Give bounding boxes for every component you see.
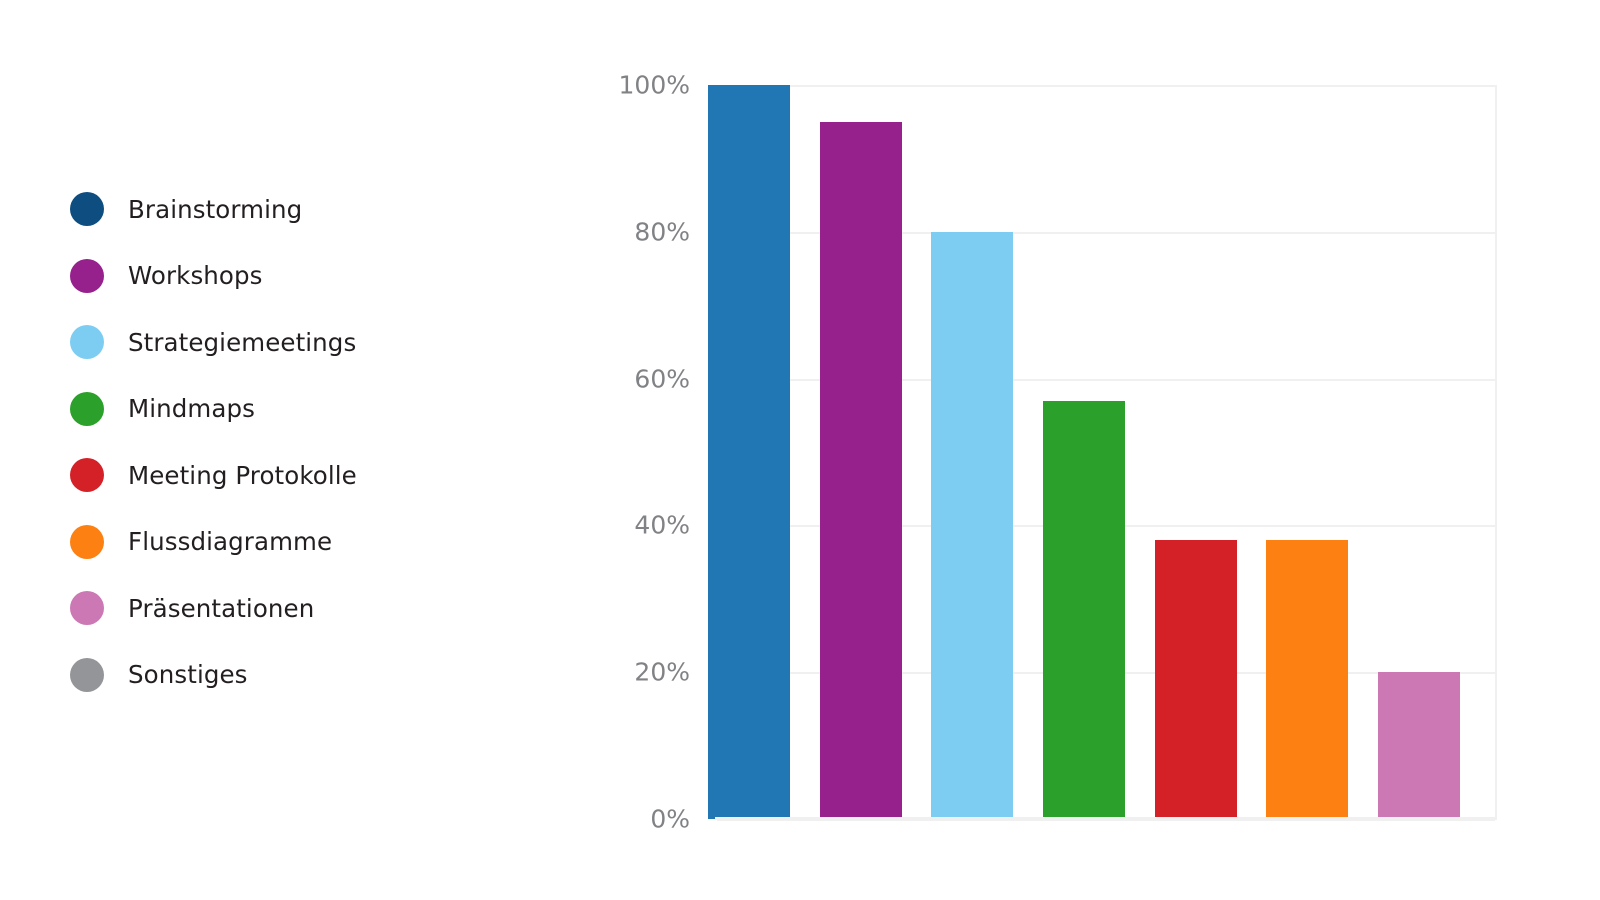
bar[interactable] xyxy=(931,231,1014,819)
legend-item-label: Sonstiges xyxy=(128,660,248,690)
legend-swatch-icon xyxy=(70,591,104,626)
legend-item[interactable]: Workshops xyxy=(70,243,500,310)
bar[interactable] xyxy=(707,85,790,819)
y-axis-tick-label: 80% xyxy=(634,217,690,247)
legend-item[interactable]: Brainstorming xyxy=(70,176,500,243)
legend-swatch-icon xyxy=(70,657,104,692)
bar[interactable] xyxy=(1378,672,1461,819)
x-axis-baseline xyxy=(715,817,1497,820)
legend-item[interactable]: Strategiemeetings xyxy=(70,309,500,376)
legend-item-label: Flussdiagramme xyxy=(128,527,333,557)
legend-swatch-icon xyxy=(70,391,104,426)
legend-swatch-icon xyxy=(70,524,104,559)
legend-swatch-icon xyxy=(70,325,104,360)
plot-area xyxy=(707,85,1497,821)
y-axis-tick-label: 0% xyxy=(650,804,690,834)
legend-item-label: Meeting Protokolle xyxy=(128,460,357,490)
bar[interactable] xyxy=(1266,540,1349,819)
chart-figure: Brainstorming Workshops Strategiemeetings M… xyxy=(0,0,1600,900)
legend-item[interactable]: Präsentationen xyxy=(70,575,500,642)
legend-item[interactable]: Mindmaps xyxy=(70,376,500,443)
y-axis-tick-label: 60% xyxy=(634,364,690,394)
legend-swatch-icon xyxy=(70,192,104,227)
bar[interactable] xyxy=(1154,540,1237,819)
y-axis-tick-label: 100% xyxy=(618,70,690,100)
bar[interactable] xyxy=(1043,400,1125,819)
y-axis-tick-label: 20% xyxy=(634,657,690,687)
legend-item-label: Mindmaps xyxy=(128,394,256,424)
legend-swatch-icon xyxy=(70,458,104,493)
y-axis-tick-labels: 0% 20% 40% 60% 80% 100% xyxy=(560,0,690,900)
legend-item-label: Präsentationen xyxy=(128,593,315,623)
legend-item[interactable]: Meeting Protokolle xyxy=(70,442,500,509)
bar[interactable] xyxy=(819,121,902,819)
chart-legend: Brainstorming Workshops Strategiemeetings M… xyxy=(70,176,500,708)
legend-item[interactable]: Sonstiges xyxy=(70,642,500,709)
legend-item-label: Workshops xyxy=(128,261,263,291)
legend-item[interactable]: Flussdiagramme xyxy=(70,509,500,576)
legend-swatch-icon xyxy=(70,258,104,293)
gridline xyxy=(717,85,1495,87)
y-axis-tick-label: 40% xyxy=(634,510,690,540)
legend-item-label: Brainstorming xyxy=(128,194,303,224)
legend-item-label: Strategiemeetings xyxy=(128,327,357,357)
